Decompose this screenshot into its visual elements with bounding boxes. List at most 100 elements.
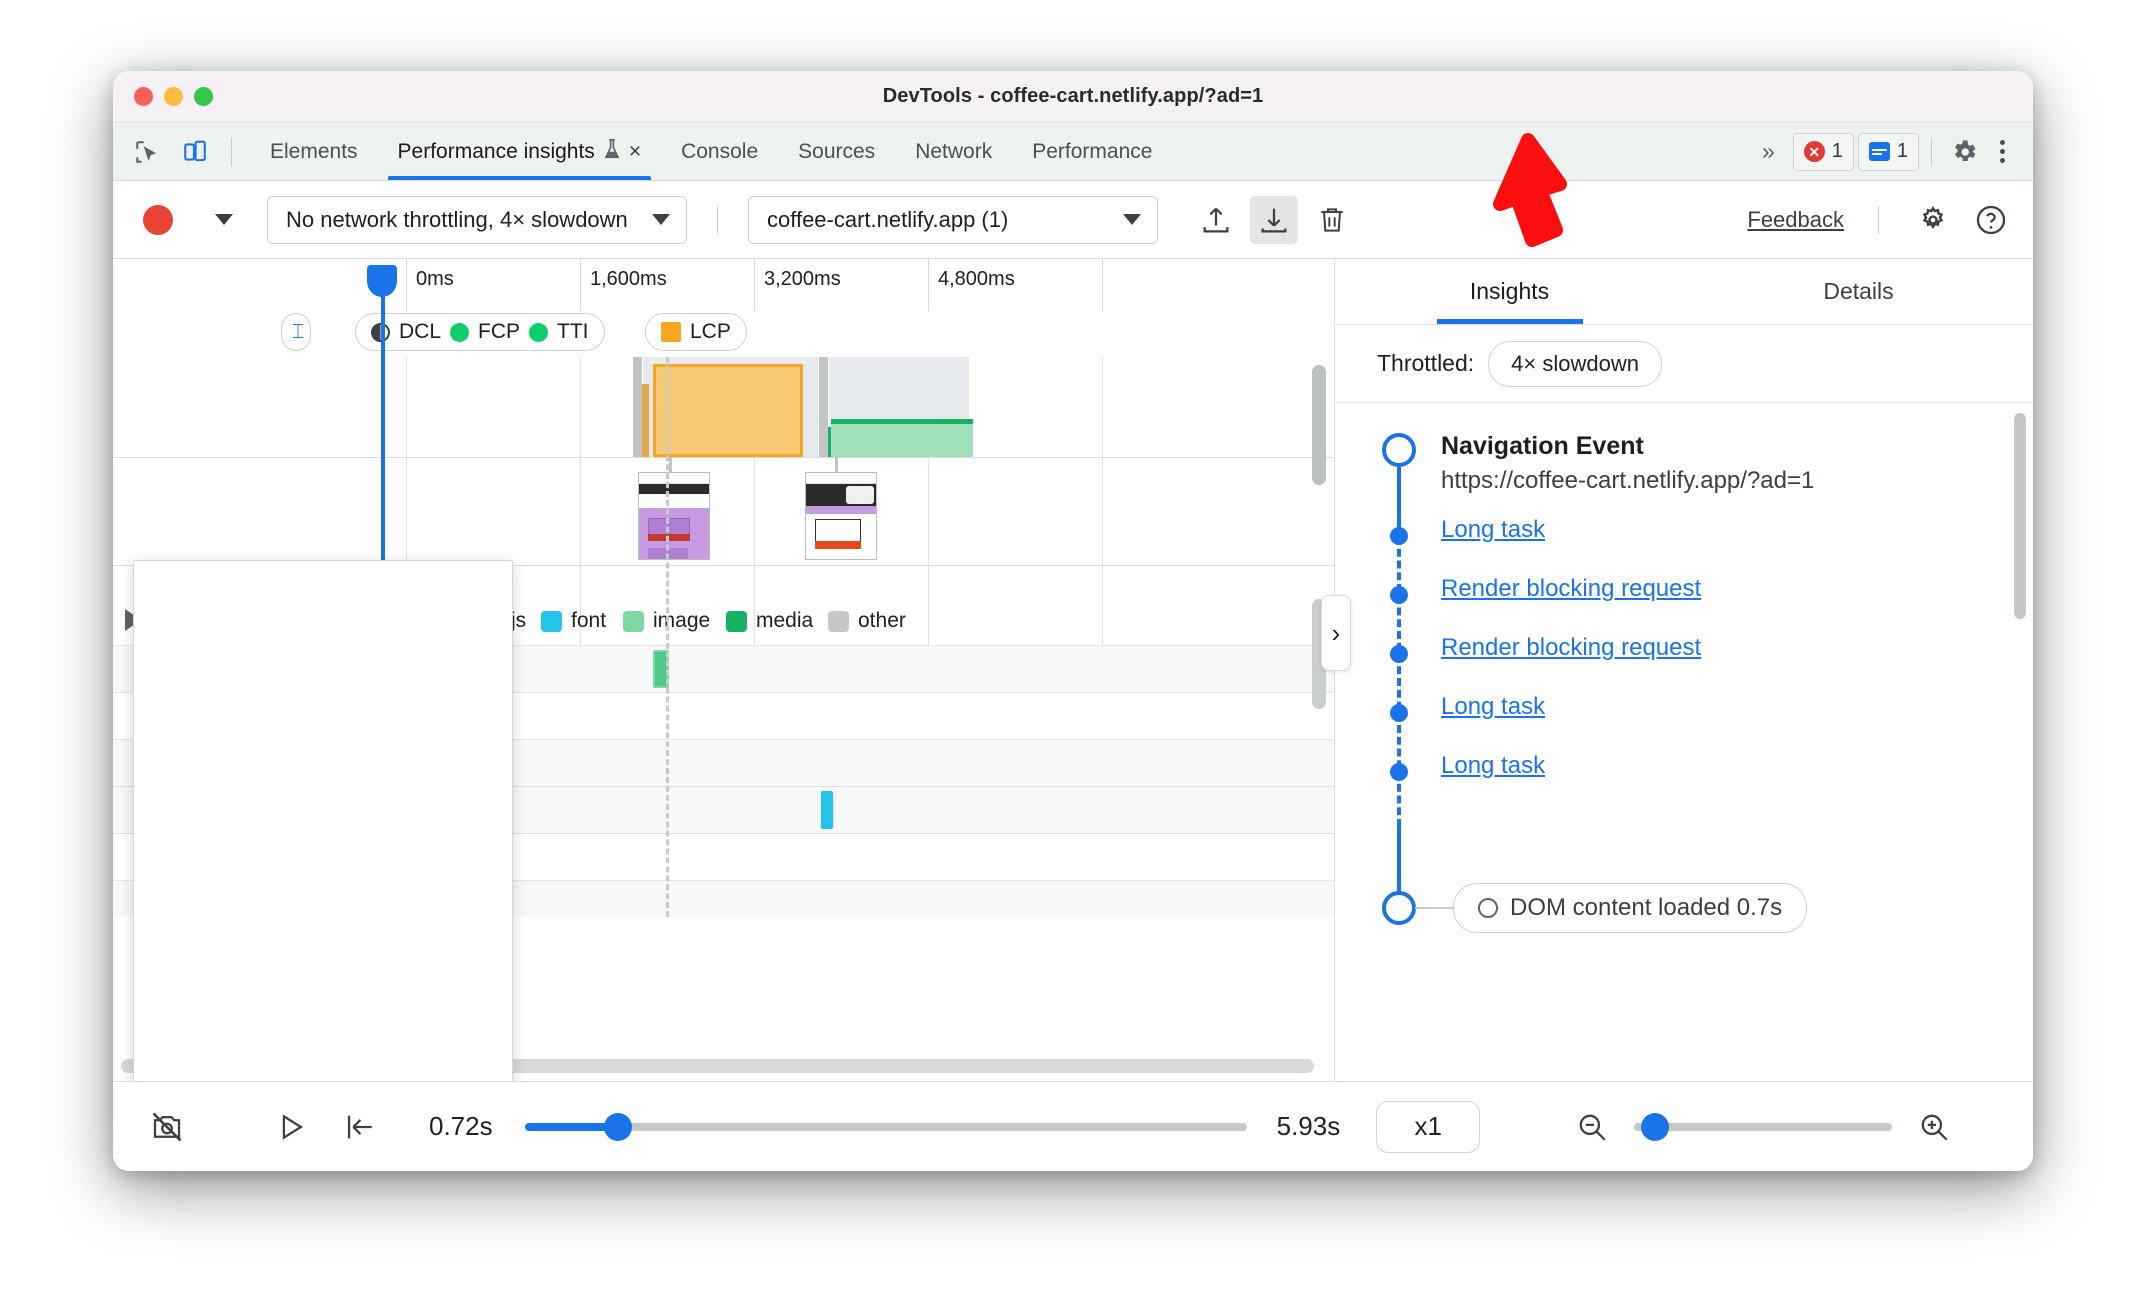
controlbar-divider-2 <box>1878 205 1879 234</box>
navigation-event-title: Navigation Event <box>1441 432 1644 460</box>
network-request-font[interactable] <box>821 791 833 829</box>
sidebar-collapse-handle[interactable]: › <box>1321 595 1351 671</box>
filmstrip-connector <box>835 457 838 472</box>
insight-link[interactable]: Long task <box>1441 516 1545 543</box>
filmstrip-connector <box>669 457 672 472</box>
tabstrip-right-divider <box>1931 137 1932 166</box>
tab-label: Network <box>915 139 993 163</box>
zoom-out-icon[interactable] <box>1568 1103 1616 1151</box>
marker-partial-icon: ⌶ <box>292 320 304 343</box>
tab-label: Sources <box>798 139 876 163</box>
insight-item[interactable]: Render blocking request <box>1441 634 1997 662</box>
track-divider <box>113 457 1334 458</box>
device-toolbar-icon[interactable] <box>175 132 215 172</box>
download-icon[interactable] <box>1250 195 1298 244</box>
tab-console[interactable]: Console <box>661 123 778 180</box>
insight-list[interactable]: Navigation Event https://coffee-cart.net… <box>1335 403 2033 1081</box>
insight-item[interactable]: Long task <box>1441 693 1997 721</box>
sidebar-scrollbar[interactable] <box>2014 413 2026 619</box>
kebab-icon[interactable] <box>1988 140 2017 163</box>
window-titlebar: DevTools - coffee-cart.netlify.app/?ad=1 <box>113 71 2033 123</box>
gear-icon[interactable] <box>1909 196 1957 244</box>
insight-link[interactable]: Render blocking request <box>1441 575 1701 602</box>
chevron-right-icon: › <box>1331 617 1341 648</box>
legend-other: other <box>828 609 906 633</box>
rail-segment-dashed <box>1397 537 1401 827</box>
filmstrip-thumbnail[interactable] <box>805 472 877 560</box>
tab-label: Elements <box>270 139 358 163</box>
timeline-node[interactable] <box>1390 527 1408 545</box>
insight-link[interactable]: Long task <box>1441 752 1545 779</box>
playback-bottom-bar: 0.72s 5.93s x1 <box>113 1081 2033 1171</box>
timeline-node-end[interactable] <box>1382 891 1416 925</box>
experiment-flask-icon <box>602 138 622 166</box>
timeline-ruler[interactable]: 0ms 1,600ms 3,200ms 4,800ms <box>113 259 1334 311</box>
close-icon[interactable]: × <box>629 140 641 164</box>
marker-label-tti: TTI <box>557 320 589 343</box>
page-select-value: coffee-cart.netlify.app (1) <box>767 206 1009 232</box>
record-options-chevron-down-icon[interactable] <box>215 214 233 225</box>
dcl-ring-icon <box>1478 898 1498 918</box>
marker-pill-partial[interactable]: ⌶ <box>281 313 311 351</box>
request-connector <box>819 357 828 457</box>
zoom-slider[interactable] <box>1634 1112 1893 1141</box>
throttled-row: Throttled: 4× slowdown <box>1335 325 2033 403</box>
marker-label-fcp: FCP <box>478 320 521 343</box>
navigation-event-item[interactable]: Navigation Event https://coffee-cart.net… <box>1441 431 1997 497</box>
request-connector <box>633 357 642 457</box>
tab-performance[interactable]: Performance <box>1012 123 1172 180</box>
throttling-select[interactable]: No network throttling, 4× slowdown <box>267 195 687 244</box>
lcp-request-block[interactable] <box>653 364 803 457</box>
timeline-pane[interactable]: 0ms 1,600ms 3,200ms 4,800ms ⌶ DCL FCP TT… <box>113 259 1335 1081</box>
page-select[interactable]: coffee-cart.netlify.app (1) <box>748 195 1158 244</box>
help-icon[interactable] <box>1967 196 2015 244</box>
tab-details[interactable]: Details <box>1684 259 2033 324</box>
media-request-block[interactable] <box>831 419 973 457</box>
insight-item[interactable]: Long task <box>1441 752 1997 780</box>
more-tabs-icon[interactable]: » <box>1748 138 1789 165</box>
timeline-node[interactable] <box>1390 645 1408 663</box>
message-count-badge[interactable]: 1 <box>1857 132 1919 171</box>
throttled-value-badge[interactable]: 4× slowdown <box>1488 340 1662 387</box>
play-icon[interactable] <box>267 1103 315 1151</box>
screenshot-off-icon[interactable] <box>143 1103 191 1151</box>
legend-media: media <box>726 609 813 633</box>
timeline-node[interactable] <box>1390 586 1408 604</box>
legend-swatch-other <box>828 610 849 632</box>
dom-content-loaded-badge[interactable]: DOM content loaded 0.7s <box>1453 883 1808 933</box>
tab-insights[interactable]: Insights <box>1335 259 1684 324</box>
marker-pill-lcp[interactable]: LCP <box>645 313 747 351</box>
zoom-in-icon[interactable] <box>1910 1103 1958 1151</box>
upload-icon[interactable] <box>1192 196 1240 244</box>
tab-network[interactable]: Network <box>895 123 1012 180</box>
insight-item[interactable]: Long task <box>1441 516 1997 544</box>
playback-speed-button[interactable]: x1 <box>1376 1100 1481 1153</box>
tab-sources[interactable]: Sources <box>778 123 895 180</box>
tabstrip-right-tools: » ✕ 1 1 <box>1748 123 2033 180</box>
devtools-tabstrip: Elements Performance insights × Console <box>113 123 2033 181</box>
inspect-element-icon[interactable] <box>127 132 167 172</box>
tti-marker-icon <box>529 322 549 342</box>
devtools-window: DevTools - coffee-cart.netlify.app/?ad=1 <box>113 71 2033 1171</box>
playhead-line-top <box>381 291 385 357</box>
time-range-slider[interactable] <box>524 1112 1247 1141</box>
insight-link[interactable]: Long task <box>1441 693 1545 720</box>
feedback-link[interactable]: Feedback <box>1747 207 1848 233</box>
filmstrip-thumbnail[interactable] <box>638 472 710 560</box>
insight-link[interactable]: Render blocking request <box>1441 634 1701 661</box>
tab-performance-insights[interactable]: Performance insights × <box>378 123 662 180</box>
total-time-label: 5.93s <box>1276 1111 1341 1141</box>
timeline-node[interactable] <box>1390 763 1408 781</box>
trash-icon[interactable] <box>1308 196 1356 244</box>
record-button[interactable] <box>143 204 173 235</box>
marker-pill-dcl-fcp-tti[interactable]: DCL FCP TTI <box>355 313 605 351</box>
error-count-badge[interactable]: ✕ 1 <box>1792 132 1854 171</box>
jump-to-start-icon[interactable] <box>335 1103 383 1151</box>
insight-item[interactable]: Render blocking request <box>1441 575 1997 603</box>
tab-elements[interactable]: Elements <box>250 123 378 180</box>
legend-label: js <box>511 609 527 632</box>
gear-icon[interactable] <box>1944 132 1984 172</box>
timeline-node-start[interactable] <box>1382 433 1416 467</box>
timeline-node[interactable] <box>1390 704 1408 722</box>
timeline-vertical-scrollbar[interactable] <box>1312 365 1326 485</box>
